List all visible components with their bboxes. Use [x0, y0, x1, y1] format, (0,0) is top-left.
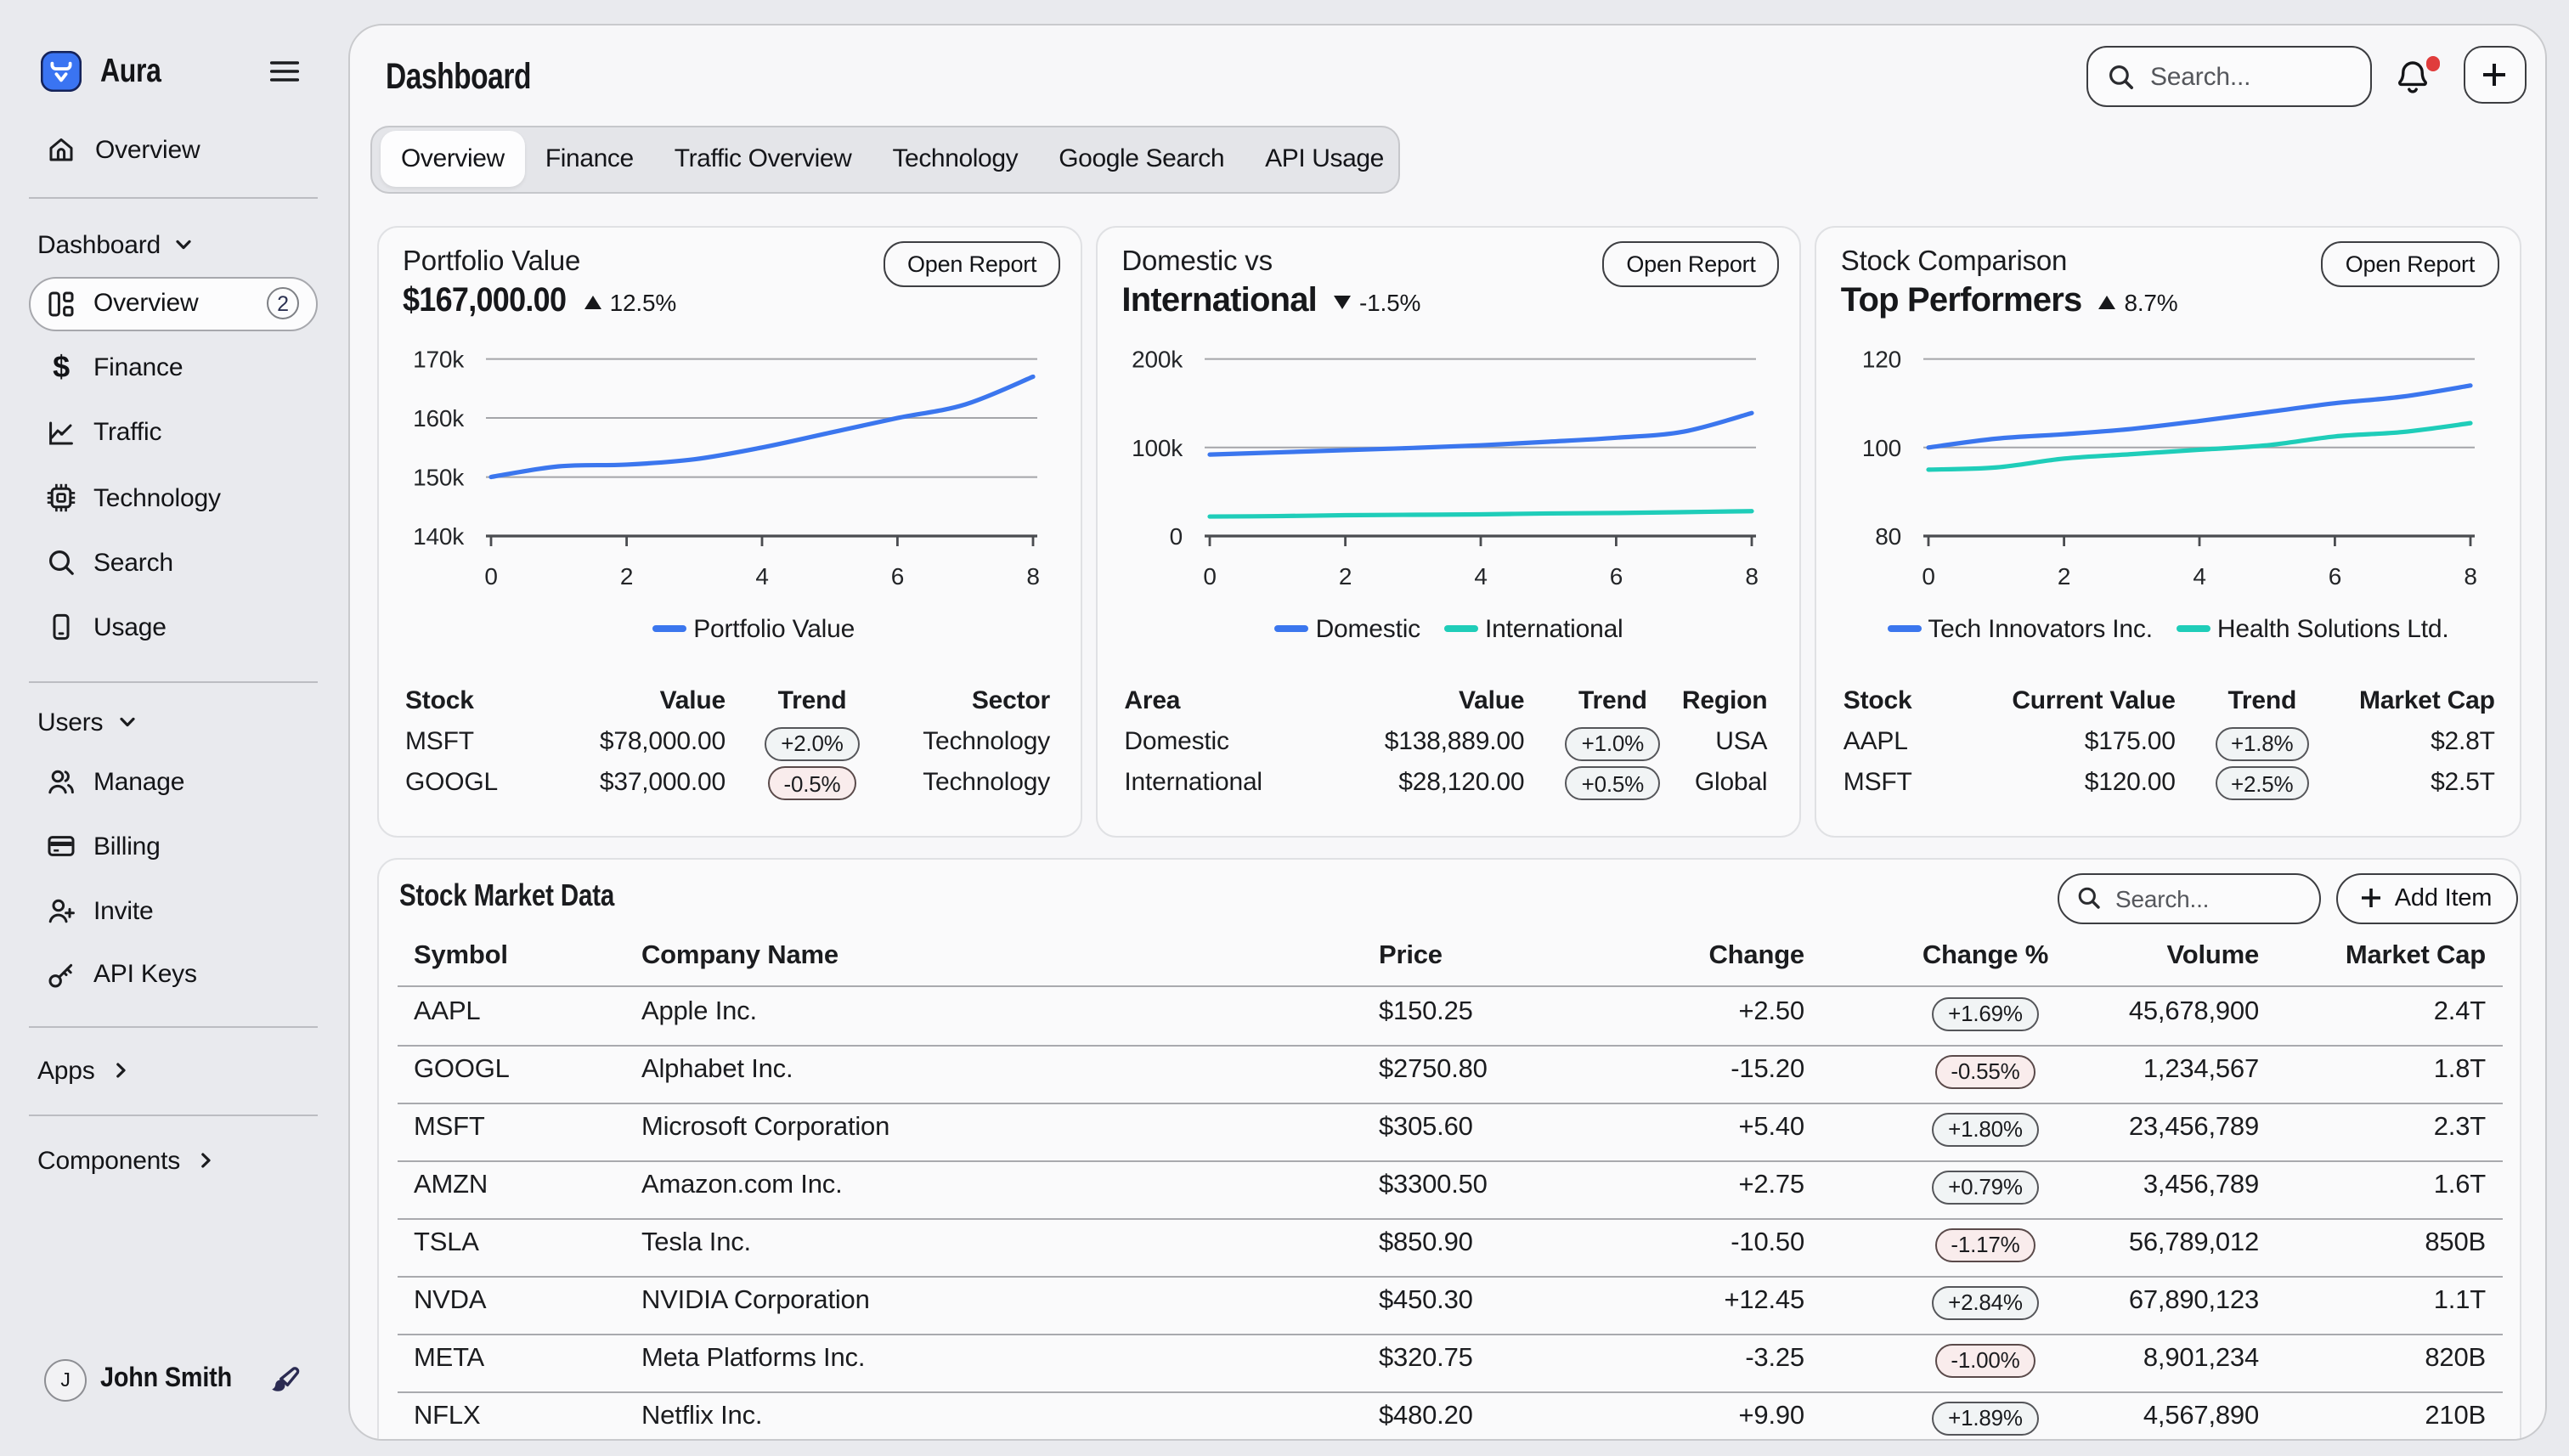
svg-text:4: 4	[2194, 563, 2206, 590]
svg-text:4: 4	[1475, 563, 1488, 590]
svg-text:0: 0	[1170, 523, 1183, 550]
svg-text:80: 80	[1876, 523, 1902, 550]
svg-text:200k: 200k	[1132, 347, 1183, 373]
svg-text:150k: 150k	[413, 465, 465, 491]
svg-text:2: 2	[2058, 563, 2071, 590]
svg-text:8: 8	[1026, 563, 1039, 590]
svg-text:2: 2	[1339, 563, 1352, 590]
svg-text:6: 6	[1610, 563, 1623, 590]
svg-text:8: 8	[2465, 563, 2477, 590]
svg-text:0: 0	[484, 563, 497, 590]
svg-text:170k: 170k	[413, 347, 465, 373]
svg-text:8: 8	[1746, 563, 1759, 590]
svg-text:6: 6	[2329, 563, 2341, 590]
svg-text:140k: 140k	[413, 523, 465, 550]
svg-text:160k: 160k	[413, 405, 465, 432]
svg-text:100k: 100k	[1132, 435, 1183, 461]
svg-text:0: 0	[1923, 563, 1935, 590]
svg-text:100: 100	[1863, 435, 1902, 461]
svg-text:0: 0	[1204, 563, 1217, 590]
svg-text:2: 2	[620, 563, 633, 590]
svg-text:120: 120	[1863, 347, 1902, 373]
svg-text:4: 4	[755, 563, 768, 590]
svg-text:6: 6	[891, 563, 904, 590]
